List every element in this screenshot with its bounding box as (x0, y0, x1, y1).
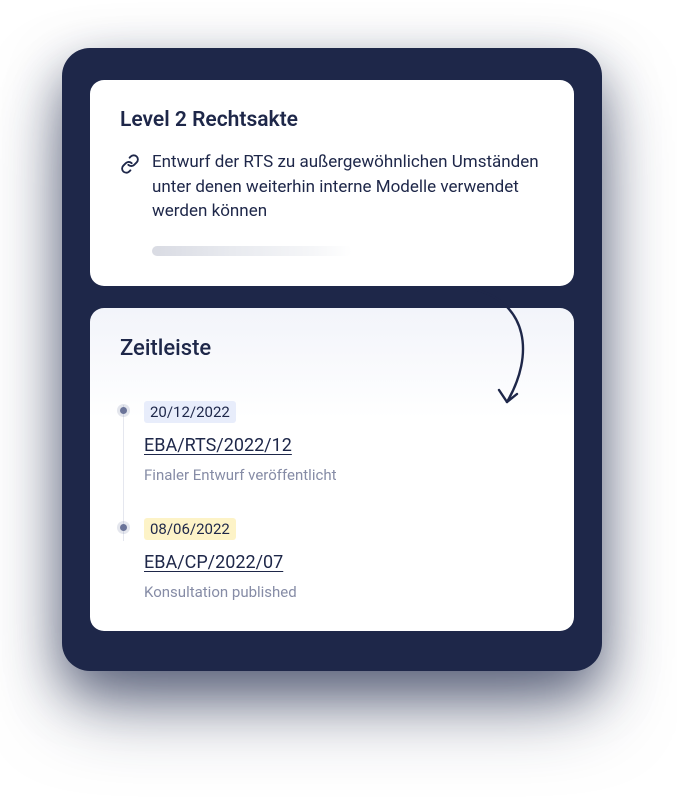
timeline-dot-icon (120, 524, 127, 531)
timeline-list: 20/12/2022 EBA/RTS/2022/12 Finaler Entwu… (120, 401, 544, 601)
document-link-text: Entwurf der RTS zu außergewöhnlichen Ums… (152, 150, 544, 224)
timeline-description: Finaler Entwurf veröffentlicht (144, 466, 544, 484)
timeline-date: 08/06/2022 (144, 518, 236, 540)
container-panel: Level 2 Rechtsakte Entwurf der RTS zu au… (62, 48, 602, 671)
card-rechtsakte: Level 2 Rechtsakte Entwurf der RTS zu au… (90, 80, 574, 286)
timeline-dot-icon (120, 407, 127, 414)
card-title: Level 2 Rechtsakte (120, 108, 544, 132)
timeline-title: Zeitleiste (120, 336, 544, 361)
timeline-reference-link[interactable]: EBA/CP/2022/07 (144, 552, 544, 573)
link-icon (120, 154, 140, 178)
timeline-description: Konsultation published (144, 583, 544, 601)
card-timeline: Zeitleiste 20/12/2022 EBA/RTS/2022/12 Fi… (90, 308, 574, 631)
timeline-reference-link[interactable]: EBA/RTS/2022/12 (144, 435, 544, 456)
timeline-date: 20/12/2022 (144, 401, 236, 423)
skeleton-placeholder (152, 246, 352, 256)
document-link-row[interactable]: Entwurf der RTS zu außergewöhnlichen Ums… (120, 150, 544, 224)
timeline-item: 08/06/2022 EBA/CP/2022/07 Konsultation p… (144, 518, 544, 601)
timeline-item: 20/12/2022 EBA/RTS/2022/12 Finaler Entwu… (144, 401, 544, 484)
